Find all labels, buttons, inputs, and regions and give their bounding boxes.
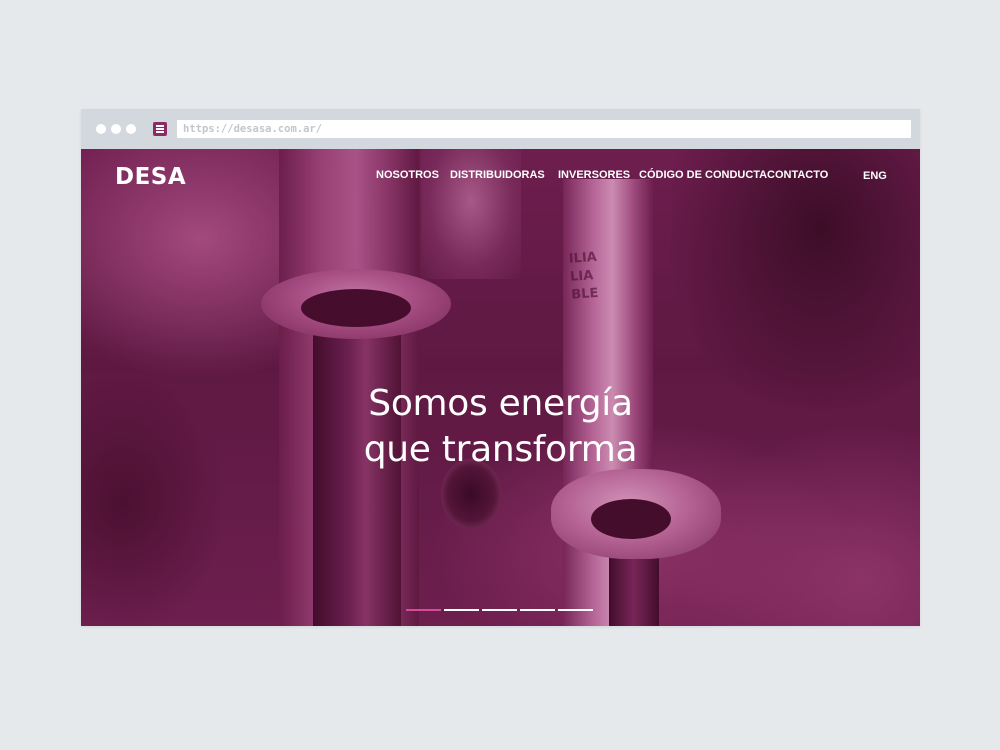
slider-indicators	[406, 609, 596, 611]
nav-distribuidoras[interactable]: DISTRIBUIDORAS	[450, 169, 545, 181]
hero-headline: Somos energía que transforma	[81, 381, 920, 473]
address-bar[interactable]	[177, 120, 911, 138]
slide-indicator-3[interactable]	[482, 609, 517, 611]
nav-nosotros[interactable]: NOSOTROS	[376, 169, 439, 181]
language-switch-eng[interactable]: ENG	[863, 170, 887, 182]
url-input[interactable]	[183, 120, 903, 138]
desa-logo[interactable]: DESA	[115, 164, 186, 190]
nav-contacto[interactable]: CONTACTO	[767, 169, 828, 181]
window-control-dot[interactable]	[96, 124, 106, 134]
browser-window: ILIA LIA BLE DESA NOSOTROS DISTRIBUIDORA…	[81, 109, 920, 626]
window-control-dot[interactable]	[126, 124, 136, 134]
slide-indicator-2[interactable]	[444, 609, 479, 611]
hero-headline-line2: que transforma	[363, 429, 638, 471]
page-viewport: ILIA LIA BLE DESA NOSOTROS DISTRIBUIDORA…	[81, 149, 920, 626]
site-favicon-icon	[153, 122, 167, 136]
nav-inversores[interactable]: INVERSORES	[558, 169, 630, 181]
browser-toolbar	[81, 109, 920, 149]
slide-indicator-4[interactable]	[520, 609, 555, 611]
slide-indicator-5[interactable]	[558, 609, 593, 611]
nav-codigo-de-conducta[interactable]: CÓDIGO DE CONDUCTA	[639, 169, 767, 181]
slide-indicator-1[interactable]	[406, 609, 441, 611]
hero-headline-line1: Somos energía	[368, 383, 633, 425]
window-control-dot[interactable]	[111, 124, 121, 134]
